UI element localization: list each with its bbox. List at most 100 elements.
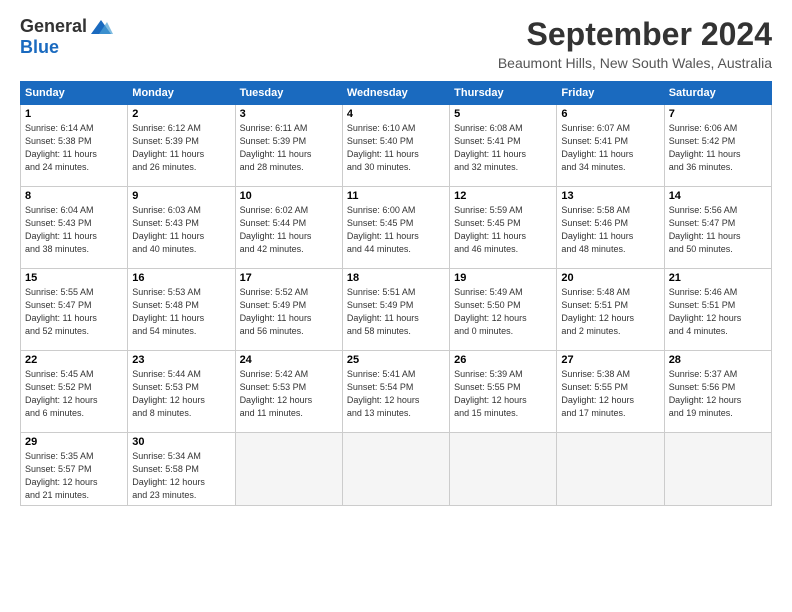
day-number: 13	[561, 190, 659, 202]
day-info: Sunrise: 5:38 AM Sunset: 5:55 PM Dayligh…	[561, 368, 659, 420]
day-info: Sunrise: 5:49 AM Sunset: 5:50 PM Dayligh…	[454, 286, 552, 338]
calendar-cell: 23 Sunrise: 5:44 AM Sunset: 5:53 PM Dayli…	[128, 351, 235, 433]
calendar-cell: 26 Sunrise: 5:39 AM Sunset: 5:55 PM Dayli…	[450, 351, 557, 433]
logo-icon	[89, 18, 113, 36]
day-info: Sunrise: 6:11 AM Sunset: 5:39 PM Dayligh…	[240, 122, 338, 174]
day-info: Sunrise: 5:51 AM Sunset: 5:49 PM Dayligh…	[347, 286, 445, 338]
day-info: Sunrise: 6:07 AM Sunset: 5:41 PM Dayligh…	[561, 122, 659, 174]
day-number: 10	[240, 190, 338, 202]
calendar-cell	[450, 433, 557, 506]
calendar-cell: 2 Sunrise: 6:12 AM Sunset: 5:39 PM Daylig…	[128, 105, 235, 187]
day-info: Sunrise: 5:45 AM Sunset: 5:52 PM Dayligh…	[25, 368, 123, 420]
calendar-cell: 14 Sunrise: 5:56 AM Sunset: 5:47 PM Dayli…	[664, 187, 771, 269]
day-number: 3	[240, 108, 338, 120]
day-info: Sunrise: 6:00 AM Sunset: 5:45 PM Dayligh…	[347, 204, 445, 256]
day-number: 2	[132, 108, 230, 120]
logo: General Blue	[20, 16, 113, 58]
calendar-cell: 11Sunrise: 6:00 AM Sunset: 5:45 PM Dayli…	[342, 187, 449, 269]
col-header-monday: Monday	[128, 82, 235, 105]
day-info: Sunrise: 6:14 AM Sunset: 5:38 PM Dayligh…	[25, 122, 123, 174]
week-row-5: 29Sunrise: 5:35 AM Sunset: 5:57 PM Dayli…	[21, 433, 772, 506]
day-info: Sunrise: 5:59 AM Sunset: 5:45 PM Dayligh…	[454, 204, 552, 256]
calendar-cell: 20 Sunrise: 5:48 AM Sunset: 5:51 PM Dayli…	[557, 269, 664, 351]
day-info: Sunrise: 5:52 AM Sunset: 5:49 PM Dayligh…	[240, 286, 338, 338]
calendar-cell: 17 Sunrise: 5:52 AM Sunset: 5:49 PM Dayli…	[235, 269, 342, 351]
calendar-cell: 18 Sunrise: 5:51 AM Sunset: 5:49 PM Dayli…	[342, 269, 449, 351]
col-header-tuesday: Tuesday	[235, 82, 342, 105]
week-row-2: 8Sunrise: 6:04 AM Sunset: 5:43 PM Daylig…	[21, 187, 772, 269]
day-number: 18	[347, 272, 445, 284]
day-info: Sunrise: 5:46 AM Sunset: 5:51 PM Dayligh…	[669, 286, 767, 338]
day-number: 29	[25, 436, 123, 448]
calendar-cell: 13 Sunrise: 5:58 AM Sunset: 5:46 PM Dayli…	[557, 187, 664, 269]
week-row-4: 22 Sunrise: 5:45 AM Sunset: 5:52 PM Dayli…	[21, 351, 772, 433]
day-info: Sunrise: 6:04 AM Sunset: 5:43 PM Dayligh…	[25, 204, 123, 256]
location: Beaumont Hills, New South Wales, Austral…	[498, 55, 772, 71]
day-info: Sunrise: 6:08 AM Sunset: 5:41 PM Dayligh…	[454, 122, 552, 174]
day-info: Sunrise: 6:06 AM Sunset: 5:42 PM Dayligh…	[669, 122, 767, 174]
day-info: Sunrise: 5:37 AM Sunset: 5:56 PM Dayligh…	[669, 368, 767, 420]
day-info: Sunrise: 5:53 AM Sunset: 5:48 PM Dayligh…	[132, 286, 230, 338]
day-info: Sunrise: 6:12 AM Sunset: 5:39 PM Dayligh…	[132, 122, 230, 174]
calendar-cell: 16Sunrise: 5:53 AM Sunset: 5:48 PM Dayli…	[128, 269, 235, 351]
title-block: September 2024 Beaumont Hills, New South…	[498, 16, 772, 71]
calendar-cell: 22 Sunrise: 5:45 AM Sunset: 5:52 PM Dayli…	[21, 351, 128, 433]
day-info: Sunrise: 5:55 AM Sunset: 5:47 PM Dayligh…	[25, 286, 123, 338]
week-row-1: 1 Sunrise: 6:14 AM Sunset: 5:38 PM Daylig…	[21, 105, 772, 187]
calendar-cell: 9 Sunrise: 6:03 AM Sunset: 5:43 PM Daylig…	[128, 187, 235, 269]
day-number: 9	[132, 190, 230, 202]
calendar-cell	[664, 433, 771, 506]
calendar-cell: 7 Sunrise: 6:06 AM Sunset: 5:42 PM Daylig…	[664, 105, 771, 187]
calendar-cell: 8Sunrise: 6:04 AM Sunset: 5:43 PM Daylig…	[21, 187, 128, 269]
day-info: Sunrise: 5:34 AM Sunset: 5:58 PM Dayligh…	[132, 450, 230, 502]
day-number: 15	[25, 272, 123, 284]
day-number: 5	[454, 108, 552, 120]
day-number: 23	[132, 354, 230, 366]
calendar-cell: 12 Sunrise: 5:59 AM Sunset: 5:45 PM Dayli…	[450, 187, 557, 269]
day-info: Sunrise: 5:56 AM Sunset: 5:47 PM Dayligh…	[669, 204, 767, 256]
calendar-cell: 15 Sunrise: 5:55 AM Sunset: 5:47 PM Dayli…	[21, 269, 128, 351]
calendar-table: SundayMondayTuesdayWednesdayThursdayFrid…	[20, 81, 772, 506]
day-info: Sunrise: 5:42 AM Sunset: 5:53 PM Dayligh…	[240, 368, 338, 420]
calendar-header-row: SundayMondayTuesdayWednesdayThursdayFrid…	[21, 82, 772, 105]
day-info: Sunrise: 6:10 AM Sunset: 5:40 PM Dayligh…	[347, 122, 445, 174]
calendar-cell: 19 Sunrise: 5:49 AM Sunset: 5:50 PM Dayli…	[450, 269, 557, 351]
day-number: 24	[240, 354, 338, 366]
col-header-thursday: Thursday	[450, 82, 557, 105]
day-info: Sunrise: 5:39 AM Sunset: 5:55 PM Dayligh…	[454, 368, 552, 420]
day-number: 7	[669, 108, 767, 120]
day-info: Sunrise: 5:58 AM Sunset: 5:46 PM Dayligh…	[561, 204, 659, 256]
calendar-cell: 24 Sunrise: 5:42 AM Sunset: 5:53 PM Dayli…	[235, 351, 342, 433]
day-number: 4	[347, 108, 445, 120]
calendar-cell: 28 Sunrise: 5:37 AM Sunset: 5:56 PM Dayli…	[664, 351, 771, 433]
header: General Blue September 2024 Beaumont Hil…	[20, 16, 772, 71]
day-number: 21	[669, 272, 767, 284]
day-number: 22	[25, 354, 123, 366]
day-info: Sunrise: 5:48 AM Sunset: 5:51 PM Dayligh…	[561, 286, 659, 338]
page: General Blue September 2024 Beaumont Hil…	[0, 0, 792, 612]
calendar-cell	[342, 433, 449, 506]
calendar-cell: 27 Sunrise: 5:38 AM Sunset: 5:55 PM Dayli…	[557, 351, 664, 433]
day-number: 26	[454, 354, 552, 366]
day-info: Sunrise: 6:02 AM Sunset: 5:44 PM Dayligh…	[240, 204, 338, 256]
day-number: 28	[669, 354, 767, 366]
day-info: Sunrise: 5:44 AM Sunset: 5:53 PM Dayligh…	[132, 368, 230, 420]
day-number: 17	[240, 272, 338, 284]
day-number: 12	[454, 190, 552, 202]
day-number: 6	[561, 108, 659, 120]
logo-general-text: General	[20, 16, 87, 37]
calendar-cell: 21 Sunrise: 5:46 AM Sunset: 5:51 PM Dayli…	[664, 269, 771, 351]
day-info: Sunrise: 6:03 AM Sunset: 5:43 PM Dayligh…	[132, 204, 230, 256]
day-number: 20	[561, 272, 659, 284]
logo-blue-text: Blue	[20, 37, 59, 58]
day-number: 14	[669, 190, 767, 202]
day-number: 27	[561, 354, 659, 366]
calendar-cell: 6 Sunrise: 6:07 AM Sunset: 5:41 PM Daylig…	[557, 105, 664, 187]
calendar-cell: 5 Sunrise: 6:08 AM Sunset: 5:41 PM Daylig…	[450, 105, 557, 187]
calendar-cell: 29Sunrise: 5:35 AM Sunset: 5:57 PM Dayli…	[21, 433, 128, 506]
calendar-cell: 4 Sunrise: 6:10 AM Sunset: 5:40 PM Daylig…	[342, 105, 449, 187]
day-number: 19	[454, 272, 552, 284]
col-header-wednesday: Wednesday	[342, 82, 449, 105]
col-header-sunday: Sunday	[21, 82, 128, 105]
day-number: 1	[25, 108, 123, 120]
